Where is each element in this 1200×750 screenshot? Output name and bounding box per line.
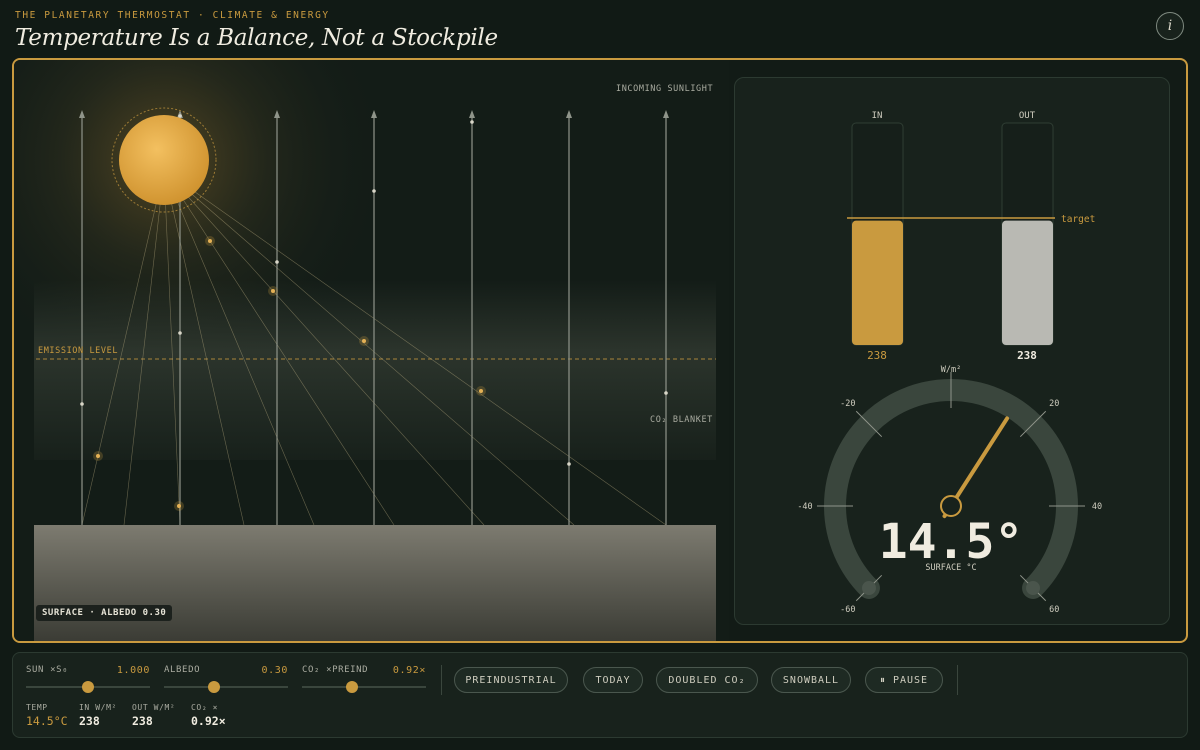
scene-svg — [14, 60, 729, 641]
in-readout: IN W/M² 238 — [79, 703, 117, 728]
divider — [957, 665, 958, 695]
co2-slider-value: 0.92× — [392, 665, 426, 676]
gauge-tick-label: 60 — [1049, 605, 1059, 615]
photon-dot — [178, 331, 182, 335]
sun-slider[interactable]: SUN ×S₀ 1.000 — [26, 665, 150, 693]
page-title: Temperature Is a Balance, Not a Stockpil… — [15, 25, 498, 51]
surface-albedo-label: SURFACE · ALBEDO 0.30 — [36, 605, 173, 621]
gauge-tick-label: -60 — [840, 605, 855, 615]
photon-dot — [664, 391, 668, 395]
in-readout-label: IN W/M² — [79, 703, 117, 712]
gauge-tick-label: 20 — [1049, 399, 1059, 409]
co2-blanket-label: CO₂ BLANKET — [650, 415, 713, 425]
doubled-co2-button[interactable]: DOUBLED CO₂ — [656, 667, 758, 693]
temperature-caption: SURFACE °C — [925, 563, 976, 573]
gauge-tick-label: 40 — [1092, 502, 1102, 512]
heat-particle — [362, 339, 366, 343]
photon-dot — [178, 114, 182, 118]
energy-balance-panel: IN OUT target 238 238 -60 -40 -20 20 40 60 W/… — [734, 77, 1170, 625]
out-readout-label: OUT W/M² — [132, 703, 176, 712]
temp-readout-label: TEMP — [26, 703, 48, 712]
balance-svg: IN OUT target 238 238 -60 -40 -20 20 40 60 W/… — [797, 111, 1102, 615]
out-readout-value: 238 — [132, 714, 153, 728]
gauge-tick-label: -40 — [797, 502, 812, 512]
photon-dot — [567, 462, 571, 466]
info-button[interactable]: i — [1156, 12, 1184, 40]
target-label: target — [1061, 214, 1095, 225]
albedo-slider-label: ALBEDO — [164, 665, 201, 675]
sun — [119, 115, 209, 205]
co2-slider-label: CO₂ ×PREIND — [302, 665, 369, 675]
co2-readout: CO₂ × 0.92× — [191, 703, 226, 728]
atmosphere-scene: INCOMING SUNLIGHT EMISSION LEVEL CO₂ BLA… — [14, 60, 729, 641]
today-button[interactable]: TODAY — [583, 667, 643, 693]
co2-slider[interactable]: CO₂ ×PREIND 0.92× — [302, 665, 426, 693]
co2-readout-label: CO₂ × — [191, 703, 219, 712]
albedo-slider[interactable]: ALBEDO 0.30 — [164, 665, 288, 693]
gauge-tick-label: -20 — [840, 399, 855, 409]
in-label: IN — [872, 111, 883, 121]
info-icon: i — [1167, 18, 1173, 34]
gauge-end-cap — [861, 581, 876, 596]
sun-slider-thumb[interactable] — [82, 681, 94, 693]
gauge-unit: W/m² — [941, 365, 961, 375]
heat-particle — [177, 504, 181, 508]
in-bar — [852, 220, 903, 345]
photon-dot — [470, 120, 474, 124]
albedo-slider-value: 0.30 — [261, 665, 288, 676]
albedo-slider-thumb[interactable] — [207, 681, 220, 693]
co2-slider-thumb[interactable] — [345, 681, 358, 693]
snowball-button[interactable]: SNOWBALL — [771, 667, 851, 693]
sun-slider-value: 1.000 — [116, 665, 150, 676]
simulation-frame: INCOMING SUNLIGHT EMISSION LEVEL CO₂ BLA… — [12, 58, 1188, 643]
heat-particle — [208, 239, 212, 243]
page-header: THE PLANETARY THERMOSTAT · CLIMATE & ENE… — [15, 10, 498, 51]
divider — [441, 665, 442, 695]
out-readout: OUT W/M² 238 — [132, 703, 175, 728]
surface — [34, 525, 716, 641]
photon-dot — [372, 189, 376, 193]
incoming-sunlight-label: INCOMING SUNLIGHT — [616, 84, 714, 94]
controls-bar: SUN ×S₀ 1.000 ALBEDO 0.30 CO₂ ×PREIND 0.92×… — [12, 652, 1188, 738]
page-kicker: THE PLANETARY THERMOSTAT · CLIMATE & ENE… — [15, 10, 330, 21]
heat-particle — [271, 289, 275, 293]
gauge-hub — [940, 495, 962, 517]
in-readout-value: 238 — [79, 714, 100, 728]
sun-slider-label: SUN ×S₀ — [26, 665, 69, 675]
heat-particle — [96, 454, 100, 458]
emission-level-label: EMISSION LEVEL — [38, 346, 119, 356]
out-label: OUT — [1019, 111, 1036, 121]
temp-readout: TEMP 14.5°C — [26, 703, 68, 728]
co2-readout-value: 0.92× — [191, 714, 226, 728]
photon-dot — [80, 402, 84, 406]
out-value: 238 — [1017, 349, 1037, 362]
pause-button[interactable]: ⏸ PAUSE — [865, 667, 943, 693]
heat-particle — [479, 389, 483, 393]
photon-dot — [275, 260, 279, 264]
in-value: 238 — [867, 349, 887, 362]
preindustrial-button[interactable]: PREINDUSTRIAL — [454, 667, 568, 693]
temp-readout-value: 14.5°C — [26, 714, 68, 728]
temperature-readout: 14.5° — [879, 514, 1024, 570]
gauge-end-cap — [1026, 581, 1041, 596]
out-bar — [1002, 220, 1053, 345]
